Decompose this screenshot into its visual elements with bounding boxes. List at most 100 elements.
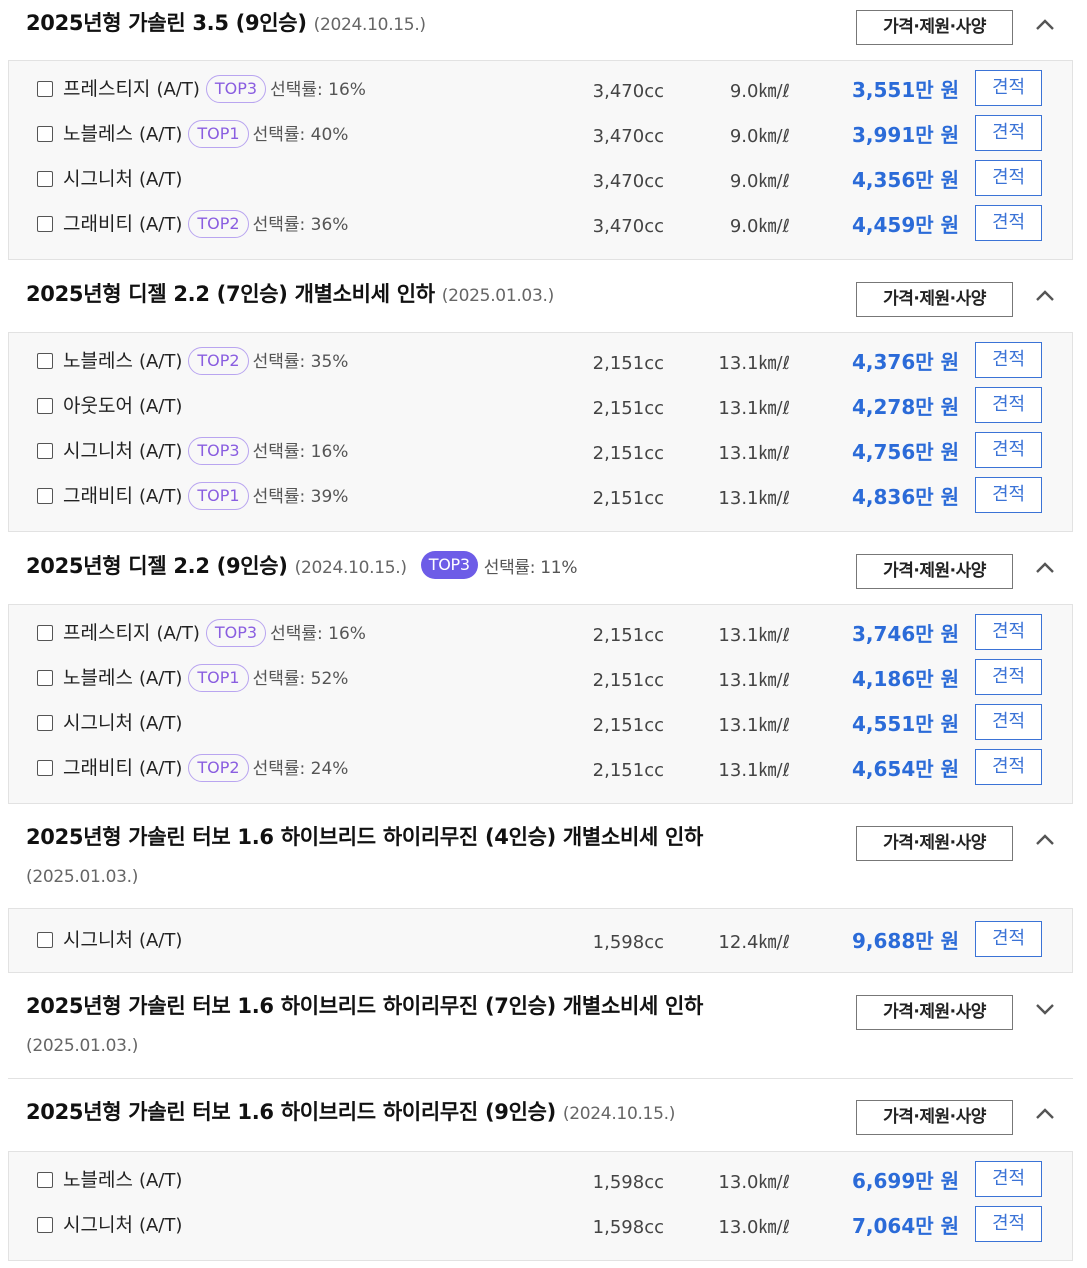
fuel-efficiency: 13.0㎞/ℓ <box>718 1217 790 1238</box>
displacement: 1,598cc <box>592 1172 664 1193</box>
trim-row: 그래비티 (A/T) TOP2 선택률: 36% 3,470cc 9.0㎞/ℓ 4,… <box>9 205 1074 255</box>
trim-checkbox[interactable] <box>37 715 53 731</box>
trim-list: 시그니처 (A/T) 1,598cc 12.4㎞/ℓ 9,688만 원 견적 <box>8 908 1073 973</box>
quote-button[interactable]: 견적 <box>975 205 1042 241</box>
section-title: 2025년형 가솔린 터보 1.6 하이브리드 하이리무진 (9인승) (202… <box>26 1100 676 1124</box>
chevron-up-icon[interactable] <box>1030 825 1060 855</box>
section-title: 2025년형 가솔린 3.5 (9인승) (2024.10.15.) <box>26 11 426 35</box>
trim-checkbox[interactable] <box>37 443 53 459</box>
selection-rate: 선택률: 40% <box>252 125 349 145</box>
quote-button[interactable]: 견적 <box>975 1206 1042 1242</box>
trim-name: 노블레스 <box>63 123 133 145</box>
quote-button[interactable]: 견적 <box>975 342 1042 378</box>
fuel-efficiency: 13.1㎞/ℓ <box>718 488 790 509</box>
trim-name: 시그니처 <box>63 1214 133 1236</box>
trim-row: 프레스티지 (A/T) TOP3 선택률: 16% 2,151cc 13.1㎞/ℓ … <box>9 614 1074 664</box>
trim-row: 아웃도어 (A/T) 2,151cc 13.1㎞/ℓ 4,278만 원 견적 <box>9 387 1074 437</box>
price: 4,551만 원 <box>851 712 959 736</box>
trim-row: 시그니처 (A/T) 3,470cc 9.0㎞/ℓ 4,356만 원 견적 <box>9 160 1074 210</box>
top-badge: TOP2 <box>188 209 249 238</box>
quote-button[interactable]: 견적 <box>975 115 1042 151</box>
price: 7,064만 원 <box>851 1214 959 1238</box>
top-badge: TOP3 <box>420 551 478 579</box>
top-badge: TOP1 <box>188 663 249 692</box>
trim-list: 프레스티지 (A/T) TOP3 선택률: 16% 3,470cc 9.0㎞/ℓ 3… <box>8 60 1073 260</box>
trim-checkbox[interactable] <box>37 760 53 776</box>
chevron-up-icon[interactable] <box>1030 281 1060 311</box>
trim-name: 노블레스 <box>63 1169 133 1191</box>
trim-checkbox[interactable] <box>37 488 53 504</box>
spec-button[interactable]: 가격·제원·사양 <box>856 826 1013 861</box>
selection-rate: 선택률: 11% <box>483 558 578 578</box>
trim-name: 시그니처 <box>63 168 133 190</box>
trim-row: 시그니처 (A/T) 1,598cc 13.0㎞/ℓ 7,064만 원 견적 <box>9 1206 1074 1256</box>
price: 4,459만 원 <box>851 213 959 237</box>
quote-button[interactable]: 견적 <box>975 477 1042 513</box>
trim-checkbox[interactable] <box>37 1217 53 1233</box>
quote-button[interactable]: 견적 <box>975 704 1042 740</box>
price: 3,991만 원 <box>851 123 959 147</box>
price: 3,746만 원 <box>851 622 959 646</box>
fuel-efficiency: 9.0㎞/ℓ <box>729 171 790 192</box>
displacement: 3,470cc <box>592 171 664 192</box>
quote-button[interactable]: 견적 <box>975 749 1042 785</box>
top-badge: TOP2 <box>188 346 249 375</box>
displacement: 2,151cc <box>592 398 664 419</box>
spec-button[interactable]: 가격·제원·사양 <box>856 10 1013 45</box>
quote-button[interactable]: 견적 <box>975 70 1042 106</box>
spec-button[interactable]: 가격·제원·사양 <box>856 282 1013 317</box>
trim-checkbox[interactable] <box>37 126 53 142</box>
quote-button[interactable]: 견적 <box>975 1161 1042 1197</box>
spec-button[interactable]: 가격·제원·사양 <box>856 554 1013 589</box>
section-title: 2025년형 디젤 2.2 (7인승) 개별소비세 인하 (2025.01.03… <box>26 282 554 306</box>
trim-checkbox[interactable] <box>37 216 53 232</box>
section-title: 2025년형 가솔린 터보 1.6 하이브리드 하이리무진 (4인승) 개별소비… <box>26 825 704 887</box>
quote-button[interactable]: 견적 <box>975 387 1042 423</box>
trim-row: 프레스티지 (A/T) TOP3 선택률: 16% 3,470cc 9.0㎞/ℓ 3… <box>9 70 1074 120</box>
trim-checkbox[interactable] <box>37 932 53 948</box>
selection-rate: 선택률: 16% <box>252 442 349 462</box>
fuel-efficiency: 13.1㎞/ℓ <box>718 760 790 781</box>
trim-name: 시그니처 <box>63 440 133 462</box>
fuel-efficiency: 9.0㎞/ℓ <box>729 216 790 237</box>
trim-list: 노블레스 (A/T) TOP2 선택률: 35% 2,151cc 13.1㎞/ℓ 4… <box>8 332 1073 532</box>
fuel-efficiency: 13.1㎞/ℓ <box>718 670 790 691</box>
spec-button[interactable]: 가격·제원·사양 <box>856 1100 1013 1135</box>
trim-checkbox[interactable] <box>37 1172 53 1188</box>
displacement: 2,151cc <box>592 625 664 646</box>
trim-row: 시그니처 (A/T) TOP3 선택률: 16% 2,151cc 13.1㎞/ℓ 4… <box>9 432 1074 482</box>
quote-button[interactable]: 견적 <box>975 614 1042 650</box>
quote-button[interactable]: 견적 <box>975 432 1042 468</box>
price: 4,278만 원 <box>851 395 959 419</box>
trim-checkbox[interactable] <box>37 398 53 414</box>
trim-checkbox[interactable] <box>37 670 53 686</box>
price: 4,376만 원 <box>851 350 959 374</box>
trim-checkbox[interactable] <box>37 353 53 369</box>
chevron-up-icon[interactable] <box>1030 553 1060 583</box>
price: 9,688만 원 <box>851 929 959 953</box>
selection-rate: 선택률: 39% <box>252 487 349 507</box>
chevron-up-icon[interactable] <box>1030 10 1060 40</box>
trim-checkbox[interactable] <box>37 625 53 641</box>
quote-button[interactable]: 견적 <box>975 160 1042 196</box>
price: 6,699만 원 <box>851 1169 959 1193</box>
trim-list: 노블레스 (A/T) 1,598cc 13.0㎞/ℓ 6,699만 원 견적 시… <box>8 1151 1073 1261</box>
trim-name: 시그니처 <box>63 712 133 734</box>
fuel-efficiency: 13.1㎞/ℓ <box>718 443 790 464</box>
quote-button[interactable]: 견적 <box>975 921 1042 957</box>
top-badge: TOP1 <box>188 119 249 148</box>
chevron-down-icon[interactable] <box>1030 994 1060 1024</box>
displacement: 3,470cc <box>592 126 664 147</box>
chevron-up-icon[interactable] <box>1030 1099 1060 1129</box>
selection-rate: 선택률: 16% <box>270 624 366 644</box>
price: 4,654만 원 <box>851 757 959 781</box>
displacement: 2,151cc <box>592 353 664 374</box>
selection-rate: 선택률: 16% <box>270 80 366 100</box>
quote-button[interactable]: 견적 <box>975 659 1042 695</box>
spec-button[interactable]: 가격·제원·사양 <box>856 995 1013 1030</box>
trim-checkbox[interactable] <box>37 81 53 97</box>
displacement: 1,598cc <box>592 932 664 953</box>
trim-checkbox[interactable] <box>37 171 53 187</box>
trim-row: 노블레스 (A/T) TOP1 선택률: 40% 3,470cc 9.0㎞/ℓ 3,… <box>9 115 1074 165</box>
fuel-efficiency: 13.1㎞/ℓ <box>718 353 790 374</box>
